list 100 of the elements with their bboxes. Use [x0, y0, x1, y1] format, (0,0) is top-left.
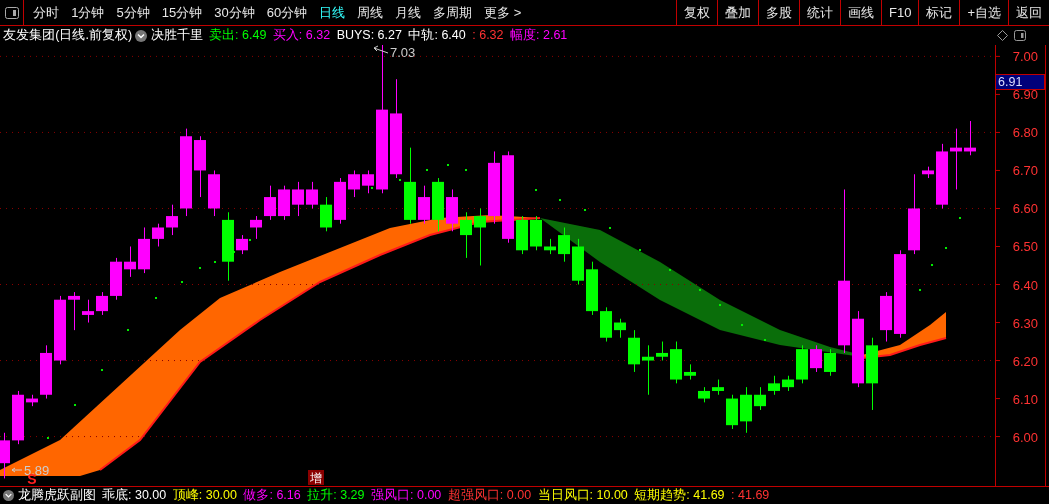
- candle: [264, 185, 276, 221]
- candle: [614, 318, 626, 339]
- marker-arrow-icon: [11, 467, 23, 473]
- signal-tag: 增: [308, 470, 324, 485]
- candle: [656, 341, 668, 362]
- indicator-value: 买入: 6.32: [272, 27, 331, 44]
- indicator-value: 拉升: 3.29: [307, 487, 365, 504]
- candle: [0, 432, 10, 479]
- candle: [670, 341, 682, 384]
- candle: [768, 375, 780, 396]
- candle: [586, 261, 598, 316]
- indicator-value: : 41.69: [731, 487, 770, 504]
- candle: [936, 143, 948, 209]
- candle: [684, 363, 696, 381]
- candle: [362, 169, 374, 194]
- indicator-value: 乖底: 30.00: [102, 487, 167, 504]
- period-tab[interactable]: 多周期: [427, 0, 479, 25]
- axis-label: 6.50: [1012, 239, 1038, 255]
- candle: [530, 215, 542, 251]
- candle: [572, 238, 584, 285]
- candle: [740, 386, 752, 434]
- stock-title: 友发集团(日线.前复权): [3, 27, 133, 44]
- candle: [950, 128, 962, 190]
- candle: [54, 295, 66, 365]
- candle: [922, 166, 934, 179]
- indicator-value: 当日风口: 10.00: [537, 487, 628, 504]
- candle: [754, 386, 766, 411]
- indicator-value: 卖出: 6.49: [209, 27, 267, 44]
- candle: [516, 215, 528, 255]
- candle: [474, 207, 486, 266]
- candle: [82, 299, 94, 324]
- toolbar-button[interactable]: 统计: [799, 0, 840, 25]
- period-tab[interactable]: 30分钟: [208, 0, 261, 25]
- candle: [306, 181, 318, 209]
- period-tab[interactable]: 1分钟: [65, 0, 111, 25]
- candle: [446, 188, 458, 232]
- toolbar-button[interactable]: 多股: [758, 0, 799, 25]
- diamond-icon[interactable]: [996, 30, 1008, 41]
- candle: [250, 215, 262, 240]
- candle: [40, 344, 52, 400]
- candle: [726, 394, 738, 430]
- candle: [320, 196, 332, 232]
- dropdown-icon[interactable]: [135, 29, 148, 42]
- axis-label: 6.00: [1012, 429, 1038, 445]
- axis-label: 6.40: [1012, 277, 1038, 293]
- period-tab[interactable]: 60分钟: [260, 0, 314, 25]
- toolbar-button[interactable]: 复权: [676, 0, 717, 25]
- axis-label: 6.60: [1012, 201, 1038, 217]
- toolbar-button[interactable]: 叠加: [717, 0, 758, 25]
- candle: [432, 177, 444, 232]
- toolbar-button[interactable]: 标记: [918, 0, 960, 25]
- period-tab[interactable]: 周线: [351, 0, 390, 25]
- candle: [208, 169, 220, 217]
- axis-label: 6.20: [1012, 353, 1038, 369]
- candle: [544, 238, 556, 255]
- candle: [152, 223, 164, 247]
- candle: [964, 120, 976, 156]
- toolbar-button[interactable]: 画线: [840, 0, 881, 25]
- candle: [278, 185, 290, 221]
- candle: [782, 375, 794, 392]
- panel-toggle-icon[interactable]: [1014, 30, 1027, 41]
- indicator-value: 超强风口: 0.00: [447, 487, 532, 504]
- period-tab[interactable]: 日线: [313, 0, 352, 25]
- current-price-tag: 6.91: [995, 74, 1045, 90]
- period-tab[interactable]: 月线: [389, 0, 428, 25]
- candle: [712, 379, 724, 396]
- candle: [194, 135, 206, 198]
- candle: [600, 306, 612, 343]
- candle: [642, 344, 654, 396]
- period-tab[interactable]: 15分钟: [155, 0, 209, 25]
- candle: [166, 204, 178, 236]
- candle: [558, 227, 570, 263]
- candle: [12, 390, 24, 445]
- candle: [292, 181, 304, 217]
- period-tab[interactable]: 5分钟: [110, 0, 156, 25]
- toolbar-button[interactable]: +自选: [959, 0, 1008, 25]
- candle: [334, 177, 346, 225]
- toolbar-button[interactable]: F10: [881, 0, 919, 25]
- period-tab[interactable]: 更多 >: [478, 0, 528, 25]
- indicator-value: 做多: 6.16: [243, 487, 301, 504]
- indicator-value: BUYS: 6.27: [336, 27, 402, 44]
- indicator-value: 中轨: 6.40: [408, 27, 466, 44]
- indicator-value: 幅度: 2.61: [510, 27, 568, 44]
- dropdown-icon[interactable]: [3, 490, 15, 501]
- period-tab[interactable]: 分时: [27, 0, 66, 25]
- toolbar-button[interactable]: 返回: [1008, 0, 1049, 25]
- candle: [810, 344, 822, 373]
- indicator-name: 龙腾虎跃副图: [17, 487, 96, 504]
- candle: [880, 291, 892, 343]
- indicator-value: 短期趋势: 41.69: [634, 487, 725, 504]
- candle: [824, 348, 836, 377]
- candle: [26, 394, 38, 407]
- marker-arrow-icon: [373, 45, 389, 54]
- candle: [222, 211, 234, 282]
- candle: [698, 386, 710, 403]
- candle: [796, 344, 808, 384]
- indicator-value: 强风口: 0.00: [371, 487, 442, 504]
- candle: [628, 329, 640, 373]
- candle: [460, 211, 472, 259]
- candle: [138, 227, 150, 274]
